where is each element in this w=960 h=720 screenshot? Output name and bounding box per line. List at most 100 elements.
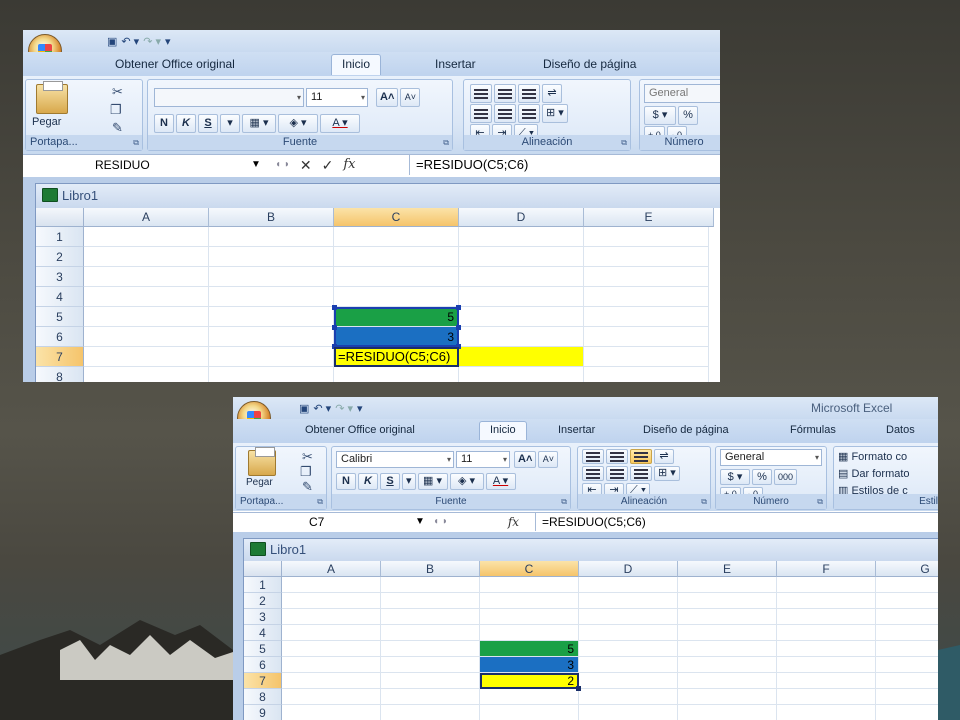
row-header-8[interactable]: 8 <box>36 367 84 382</box>
cell-a1[interactable] <box>282 577 381 593</box>
tab-datos[interactable]: Datos <box>886 424 915 436</box>
align-middle-button[interactable] <box>606 449 628 464</box>
paste-button[interactable]: Pegar <box>32 116 61 128</box>
grow-font-button[interactable]: A˄ <box>514 451 537 468</box>
align-top-button[interactable] <box>582 449 604 464</box>
cell-e2[interactable] <box>678 593 777 609</box>
cell-c2[interactable] <box>480 593 579 609</box>
cell-e6[interactable] <box>584 327 709 347</box>
cell-a6[interactable] <box>84 327 209 347</box>
cell-b9[interactable] <box>381 705 480 720</box>
name-box[interactable]: C7 ▼ <box>233 513 433 531</box>
grow-font-button[interactable]: A˄ <box>376 88 399 107</box>
cell-d5[interactable] <box>459 307 584 327</box>
cell-b4[interactable] <box>209 287 334 307</box>
cell-d4[interactable] <box>579 625 678 641</box>
column-header-b[interactable]: B <box>381 561 480 577</box>
tab-insertar[interactable]: Insertar <box>435 57 476 71</box>
cell-a8[interactable] <box>282 689 381 705</box>
bold-button[interactable]: N <box>154 114 174 133</box>
italic-button[interactable]: K <box>176 114 196 133</box>
align-top-button[interactable] <box>470 84 492 103</box>
cell-a3[interactable] <box>84 267 209 287</box>
cell-g8[interactable] <box>876 689 938 705</box>
cell-e4[interactable] <box>584 287 709 307</box>
cell-d3[interactable] <box>579 609 678 625</box>
select-all-corner[interactable] <box>244 561 282 577</box>
row-header-1[interactable]: 1 <box>244 577 282 593</box>
cell-e6[interactable] <box>678 657 777 673</box>
font-name-combo[interactable]: Calibri ▾ <box>336 451 454 468</box>
cell-d7[interactable] <box>579 673 678 689</box>
tab-inicio[interactable]: Inicio <box>331 54 382 75</box>
cell-b5[interactable] <box>381 641 480 657</box>
align-center-button[interactable] <box>494 104 516 123</box>
cell-g5[interactable] <box>876 641 938 657</box>
selection-handle[interactable] <box>332 325 337 330</box>
cell-b3[interactable] <box>209 267 334 287</box>
cell-c9[interactable] <box>480 705 579 720</box>
fill-handle[interactable] <box>576 686 581 691</box>
column-header-a[interactable]: A <box>84 208 209 227</box>
font-color-button[interactable]: A ▾ <box>485 473 516 490</box>
column-header-c[interactable]: C <box>480 561 579 577</box>
cell-f7[interactable] <box>777 673 876 689</box>
paste-button[interactable]: Pegar <box>246 477 273 488</box>
cell-c6[interactable]: 3 <box>480 657 579 673</box>
cell-d8[interactable] <box>459 367 584 382</box>
cell-f6[interactable] <box>777 657 876 673</box>
cell-a2[interactable] <box>282 593 381 609</box>
column-header-e[interactable]: E <box>584 208 714 227</box>
cell-a5[interactable] <box>84 307 209 327</box>
cell-a4[interactable] <box>84 287 209 307</box>
column-header-d[interactable]: D <box>579 561 678 577</box>
format-painter-icon[interactable]: ✎ <box>302 479 313 495</box>
currency-button[interactable]: $ ▾ <box>720 469 750 485</box>
row-header-2[interactable]: 2 <box>244 593 282 609</box>
align-center-button[interactable] <box>606 466 628 481</box>
column-header-c[interactable]: C <box>334 208 459 227</box>
cell-g2[interactable] <box>876 593 938 609</box>
copy-icon[interactable]: ❐ <box>300 464 312 480</box>
cell-d8[interactable] <box>579 689 678 705</box>
row-header-4[interactable]: 4 <box>36 287 84 307</box>
align-middle-button[interactable] <box>494 84 516 103</box>
cell-e4[interactable] <box>678 625 777 641</box>
cell-b2[interactable] <box>209 247 334 267</box>
cell-d4[interactable] <box>459 287 584 307</box>
cell-g4[interactable] <box>876 625 938 641</box>
cell-a3[interactable] <box>282 609 381 625</box>
cell-a8[interactable] <box>84 367 209 382</box>
dialog-launcher-icon[interactable]: ⧉ <box>317 497 323 507</box>
cut-icon[interactable]: ✂ <box>112 84 123 100</box>
cell-a1[interactable] <box>84 227 209 247</box>
cell-c8[interactable] <box>334 367 459 382</box>
redo-icon[interactable]: ↷ ▾ <box>143 35 161 48</box>
row-header-1[interactable]: 1 <box>36 227 84 247</box>
cell-c2[interactable] <box>334 247 459 267</box>
cell-b2[interactable] <box>381 593 480 609</box>
cell-e8[interactable] <box>678 689 777 705</box>
save-icon[interactable]: ▣ <box>299 402 309 415</box>
tab-obtener-office[interactable]: Obtener Office original <box>115 57 235 71</box>
cell-c3[interactable] <box>480 609 579 625</box>
cell-e9[interactable] <box>678 705 777 720</box>
cell-b8[interactable] <box>209 367 334 382</box>
align-right-button[interactable] <box>630 466 652 481</box>
cell-f3[interactable] <box>777 609 876 625</box>
font-size-combo[interactable]: 11 ▾ <box>306 88 368 107</box>
cell-d5[interactable] <box>579 641 678 657</box>
wrap-text-button[interactable]: ⇌ <box>542 84 562 103</box>
selection-handle[interactable] <box>456 325 461 330</box>
merge-center-button[interactable]: ⊞ ▾ <box>542 104 568 123</box>
cell-a7[interactable] <box>84 347 209 367</box>
shrink-font-button[interactable]: A˅ <box>538 451 559 468</box>
cell-c4[interactable] <box>480 625 579 641</box>
cell-a4[interactable] <box>282 625 381 641</box>
cell-c8[interactable] <box>480 689 579 705</box>
cell-e8[interactable] <box>584 367 709 382</box>
tab-obtener-office[interactable]: Obtener Office original <box>305 424 415 436</box>
dialog-launcher-icon[interactable]: ⧉ <box>443 138 449 148</box>
undo-icon[interactable]: ↶ ▾ <box>121 35 139 48</box>
cell-f8[interactable] <box>777 689 876 705</box>
